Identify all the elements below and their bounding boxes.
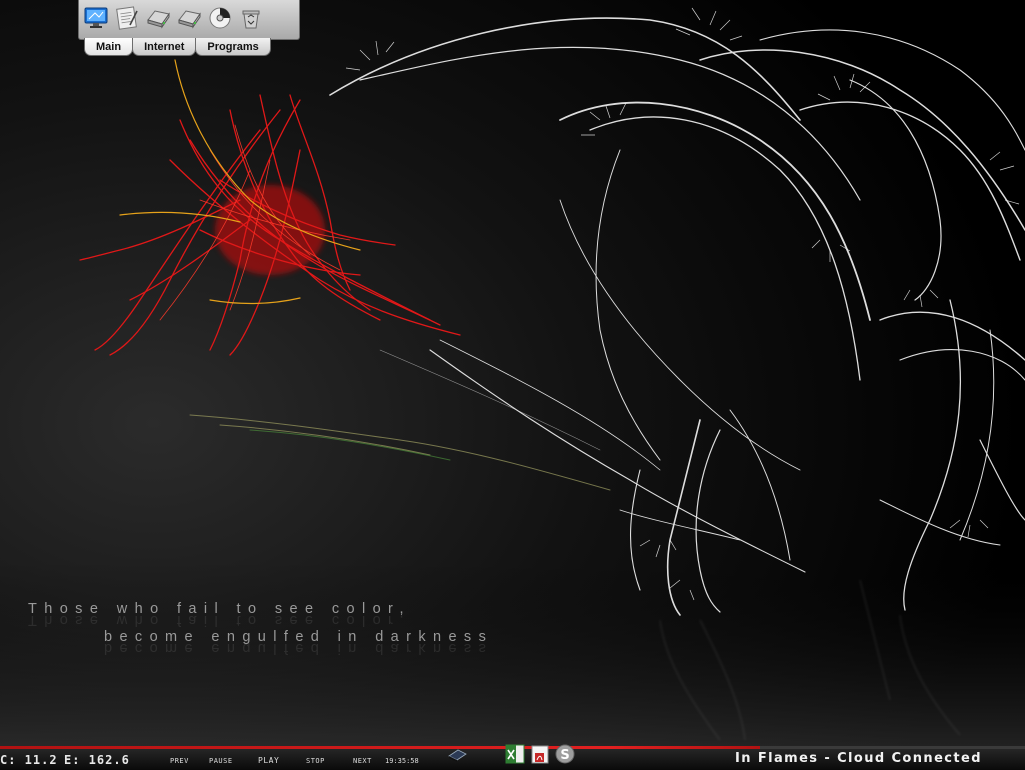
- recycle-bin-icon[interactable]: [237, 4, 264, 31]
- drive-icon[interactable]: [175, 4, 202, 31]
- tab-programs[interactable]: Programs: [195, 38, 271, 56]
- taskbar-accent-line: [0, 746, 760, 749]
- desktop-icon[interactable]: [446, 741, 468, 765]
- tab-main[interactable]: Main: [84, 38, 134, 56]
- clock: 19:35:58: [385, 757, 419, 765]
- stop-button[interactable]: STOP: [306, 757, 325, 765]
- quote-reflection-line-2: become engulfed in darkness: [104, 640, 494, 656]
- taskbar-line: [760, 746, 1025, 749]
- launcher-tabs: Main Internet Programs: [84, 38, 271, 56]
- play-button[interactable]: PLAY: [258, 756, 279, 765]
- svg-text:S: S: [560, 748, 569, 763]
- drive-c-space: C: 11.2: [0, 753, 58, 767]
- pdf-icon[interactable]: [529, 741, 551, 765]
- quote-reflection-line-1: Those who fail to see color,: [28, 612, 411, 628]
- notepad-icon[interactable]: [113, 4, 140, 31]
- tray-icons: S: [446, 741, 576, 765]
- now-playing: In Flames - Cloud Connected: [735, 751, 982, 766]
- disc-icon[interactable]: [206, 4, 233, 31]
- launcher-dock: Main Internet Programs: [78, 0, 300, 57]
- skype-icon[interactable]: S: [554, 741, 576, 765]
- next-button[interactable]: NEXT: [353, 757, 372, 765]
- excel-icon[interactable]: [504, 741, 526, 765]
- drive-icon[interactable]: [144, 4, 171, 31]
- launcher-icons: [82, 4, 264, 31]
- drive-e-space: E: 162.6: [64, 753, 130, 767]
- monitor-icon[interactable]: [82, 4, 109, 31]
- pause-button[interactable]: PAUSE: [209, 757, 233, 765]
- prev-button[interactable]: PREV: [170, 757, 189, 765]
- tab-internet[interactable]: Internet: [132, 38, 197, 56]
